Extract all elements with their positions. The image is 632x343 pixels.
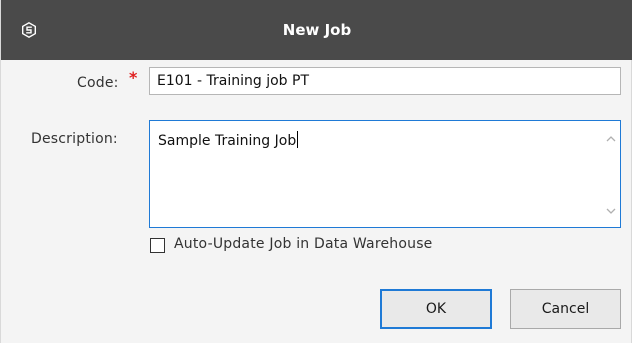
code-label: Code: — [77, 75, 119, 91]
chevron-up-icon[interactable] — [605, 133, 617, 145]
auto-update-checkbox[interactable] — [150, 238, 165, 253]
description-text: Sample Training Job — [158, 133, 297, 149]
code-input-value: E101 - Training job PT — [157, 73, 309, 89]
ok-button[interactable]: OK — [380, 289, 492, 329]
required-marker: * — [129, 68, 138, 87]
description-scrollbar[interactable] — [602, 121, 620, 227]
auto-update-label[interactable]: Auto-Update Job in Data Warehouse — [174, 236, 433, 252]
description-label: Description: — [31, 131, 118, 147]
cancel-button[interactable]: Cancel — [510, 289, 621, 329]
chevron-down-icon[interactable] — [605, 205, 617, 217]
description-textarea[interactable]: Sample Training Job — [149, 120, 621, 228]
text-caret — [297, 131, 299, 148]
new-job-dialog: New Job Code: * E101 - Training job PT D… — [0, 0, 632, 343]
dialog-title: New Job — [282, 21, 352, 39]
code-input[interactable]: E101 - Training job PT — [149, 67, 621, 95]
title-bar[interactable]: New Job — [1, 0, 632, 60]
